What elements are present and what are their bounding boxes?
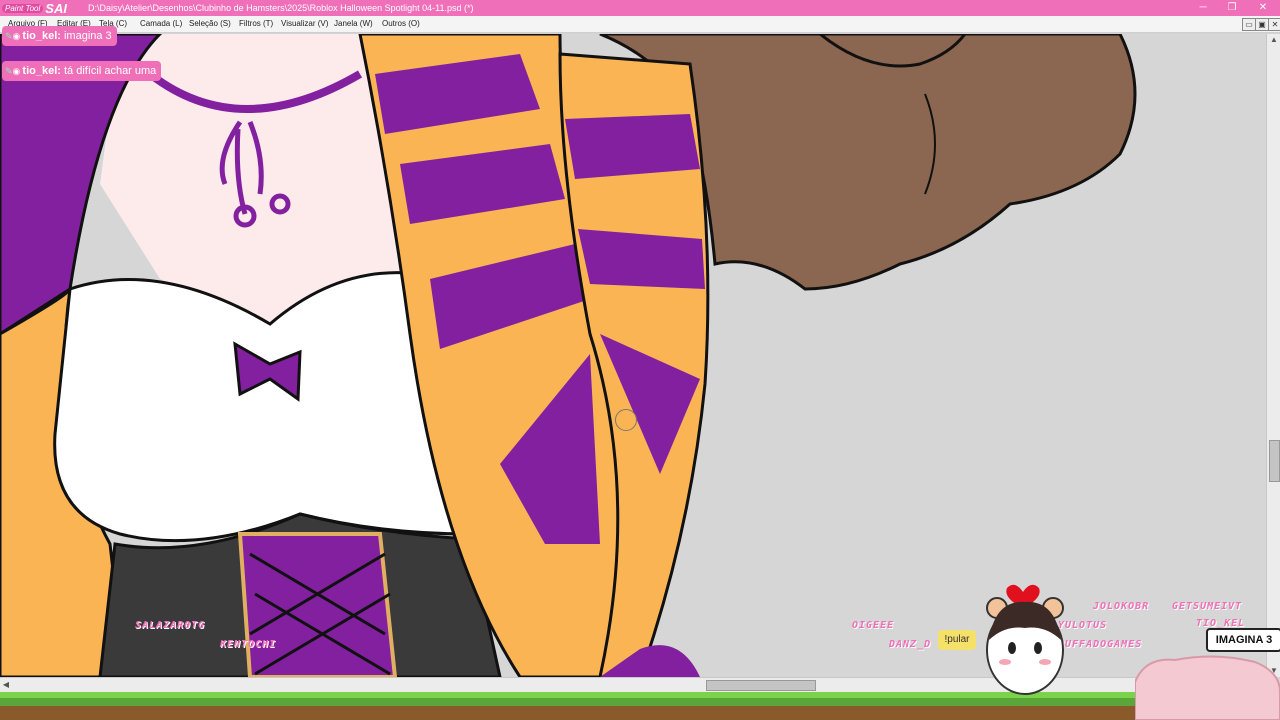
viewer-name: KENTOCHI	[220, 639, 277, 650]
horizontal-scrollbar[interactable]: ◀ ▶	[0, 677, 1266, 692]
vertical-scrollbar[interactable]: ▲ ▼	[1266, 34, 1280, 677]
menu-filtros[interactable]: Filtros (T)	[239, 19, 273, 28]
viewer-name: OIGEEE	[852, 620, 895, 631]
pink-couch	[1135, 655, 1280, 720]
eye-icon: ◉	[12, 66, 21, 76]
eye-icon: ◉	[12, 31, 21, 41]
viewer-name: GETSUMEIVT	[1172, 601, 1243, 612]
horizontal-scroll-thumb[interactable]	[706, 680, 816, 691]
scroll-left-arrow[interactable]: ◀	[0, 678, 12, 692]
viewer-name: JOLOKOBR	[1093, 601, 1150, 612]
viewer-name: DANZ_D	[889, 639, 932, 650]
grass-strip	[0, 692, 1280, 698]
app-logo-big: SAI	[45, 0, 67, 16]
app-logo: Paint Tool SAI	[2, 0, 67, 16]
chat-username: tio_kel:	[22, 65, 61, 77]
imagina-badge: IMAGINA 3	[1206, 628, 1280, 652]
chat-message: ✎◉ tio_kel: imagina 3	[2, 26, 117, 46]
menu-janela[interactable]: Janela (W)	[334, 19, 373, 28]
drawing-canvas[interactable]	[0, 34, 1266, 677]
menu-outros[interactable]: Outros (O)	[382, 19, 420, 28]
menu-bar: Arquivo (F) Editar (E) Tela (C) Camada (…	[0, 16, 1280, 33]
menu-camada[interactable]: Camada (L)	[140, 19, 182, 28]
vertical-scroll-thumb[interactable]	[1269, 440, 1280, 482]
app-logo-small: Paint Tool	[2, 3, 44, 13]
chat-text: tá difícil achar uma	[63, 65, 157, 77]
mdi-close-button[interactable]: ✕	[1268, 18, 1280, 31]
chat-username: tio_kel:	[22, 30, 61, 42]
menu-visualizar[interactable]: Visualizar (V)	[281, 19, 328, 28]
window-title: D:\Daisy\Atelier\Desenhos\Clubinho de Ha…	[88, 3, 474, 13]
menu-selecao[interactable]: Seleção (S)	[189, 19, 231, 28]
artwork	[0, 34, 1266, 677]
mdi-restore-button[interactable]: ▣	[1255, 18, 1269, 31]
mdi-minimize-button[interactable]: ▭	[1242, 18, 1256, 31]
command-bubble: !pular	[938, 630, 976, 650]
minimize-button[interactable]: ─	[1190, 0, 1216, 16]
chat-text: imagina 3	[63, 30, 112, 42]
brush-cursor	[615, 409, 637, 431]
viewer-name: SALAZAR0TG	[135, 620, 206, 631]
chat-message: ✎◉ tio_kel: tá difícil achar uma	[2, 61, 162, 81]
title-bar: Paint Tool SAI D:\Daisy\Atelier\Desenhos…	[0, 0, 1280, 16]
pencil-icon: ✎	[5, 66, 13, 76]
pencil-icon: ✎	[5, 31, 13, 41]
close-button[interactable]: ✕	[1250, 0, 1276, 16]
scroll-up-arrow[interactable]: ▲	[1267, 34, 1280, 46]
streamer-avatar	[986, 584, 1064, 695]
maximize-button[interactable]: ❐	[1219, 0, 1245, 16]
stream-ground-strip	[0, 692, 1280, 720]
dirt-strip	[0, 706, 1280, 720]
